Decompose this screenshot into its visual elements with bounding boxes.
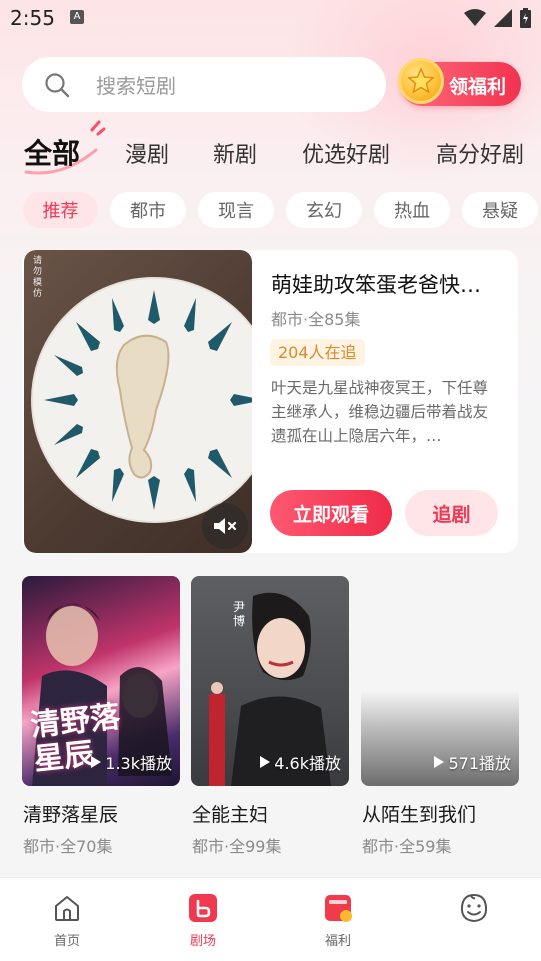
cover-watermark: 请勿模仿 xyxy=(33,256,43,299)
nav-home-label: 首页 xyxy=(53,934,80,949)
play-count: 1.3k播放 xyxy=(91,750,172,774)
drama-title[interactable]: 从陌生到我们 xyxy=(362,800,476,827)
play-icon xyxy=(260,756,271,768)
search-bar[interactable]: 搜索短剧 xyxy=(22,57,386,112)
bottom-navigation: 首页 剧场 福利 xyxy=(0,877,541,961)
featured-title[interactable]: 萌娃助攻笨蛋老爸快… xyxy=(271,269,501,299)
claim-rewards-label: 领福利 xyxy=(449,76,507,98)
search-icon xyxy=(45,72,70,97)
gift-icon xyxy=(325,895,352,922)
tab-new[interactable]: 新剧 xyxy=(213,137,257,169)
drama-card[interactable]: 571播放 从陌生到我们 都市·全59集 xyxy=(361,576,519,856)
drama-card[interactable]: 清野落星辰 1.3k播放 清野落星辰 都市·全70集 xyxy=(22,576,180,856)
nav-theater-label: 剧场 xyxy=(189,934,216,949)
drama-cover[interactable]: 清野落星辰 1.3k播放 xyxy=(22,576,180,786)
wifi-icon xyxy=(464,9,486,26)
featured-description: 叶天是九星战神夜冥王，下任尊主继承人，维稳边疆后带着战友遗孤在山上隐居六年，… xyxy=(271,379,489,445)
cover-title-text: 尹博 xyxy=(233,600,246,628)
play-icon xyxy=(91,756,102,768)
status-time: 2:55 xyxy=(10,6,55,30)
nav-profile[interactable] xyxy=(434,892,514,930)
drama-card[interactable]: 尹博 4.6k播放 全能主妇 都市·全99集 xyxy=(191,576,349,856)
chip-fantasy[interactable]: 玄幻 xyxy=(286,192,362,228)
search-placeholder: 搜索短剧 xyxy=(96,74,176,98)
drama-meta: 都市·全59集 xyxy=(362,837,452,856)
drama-title[interactable]: 清野落星辰 xyxy=(23,800,118,827)
nav-rewards-label: 福利 xyxy=(324,934,351,949)
battery-icon xyxy=(520,8,531,28)
chip-recommended[interactable]: 推荐 xyxy=(23,192,98,228)
chip-mystery[interactable]: 悬疑 xyxy=(462,192,538,228)
follow-drama-button[interactable]: 追剧 xyxy=(405,490,498,536)
signal-icon xyxy=(494,9,512,27)
drama-meta: 都市·全70集 xyxy=(23,837,113,856)
drama-cover[interactable]: 尹博 4.6k播放 xyxy=(191,576,349,786)
nav-home[interactable]: 首页 xyxy=(27,892,107,949)
theater-icon xyxy=(189,894,217,922)
mute-icon xyxy=(214,518,237,534)
chip-urban[interactable]: 都市 xyxy=(110,192,186,228)
tab-all[interactable]: 全部 xyxy=(24,132,80,172)
featured-video-cover[interactable]: 请勿模仿 xyxy=(24,250,252,553)
featured-drama-card[interactable]: 请勿模仿 萌娃助攻笨蛋老爸快… 都市·全85集 204人在追 叶天是九星战神夜冥… xyxy=(22,250,518,553)
featured-meta: 都市·全85集 xyxy=(271,310,361,329)
claim-rewards-button[interactable]: 领福利 xyxy=(398,58,521,106)
mute-button[interactable] xyxy=(202,503,248,549)
nav-theater[interactable]: 剧场 xyxy=(163,892,243,949)
tab-selected[interactable]: 优选好剧 xyxy=(302,137,390,169)
play-count: 571播放 xyxy=(434,750,511,774)
notification-icon: A xyxy=(70,10,84,24)
tab-comic[interactable]: 漫剧 xyxy=(125,137,169,169)
category-tabs: 全部 漫剧 新剧 优选好剧 高分好剧 xyxy=(0,128,541,178)
home-icon xyxy=(55,896,79,921)
drama-title[interactable]: 全能主妇 xyxy=(192,800,268,827)
drama-cover[interactable]: 571播放 xyxy=(361,576,519,786)
chip-romance[interactable]: 现言 xyxy=(198,192,274,228)
tab-top-rated[interactable]: 高分好剧 xyxy=(436,137,524,169)
drama-meta: 都市·全99集 xyxy=(192,837,282,856)
play-icon xyxy=(434,756,445,768)
status-bar: 2:55 A xyxy=(0,0,541,36)
watch-now-button[interactable]: 立即观看 xyxy=(270,490,392,536)
star-coin-icon xyxy=(398,58,444,104)
chip-action[interactable]: 热血 xyxy=(374,192,450,228)
play-count: 4.6k播放 xyxy=(260,750,341,774)
status-icons xyxy=(464,8,531,28)
profile-avatar-icon xyxy=(460,893,488,923)
nav-rewards[interactable]: 福利 xyxy=(298,892,378,949)
followers-badge: 204人在追 xyxy=(270,339,365,366)
